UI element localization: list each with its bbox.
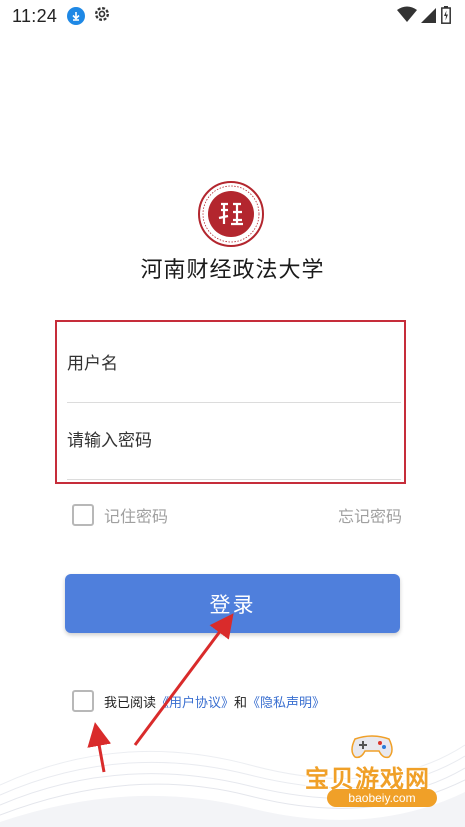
remember-password-label: 记住密码 (104, 507, 169, 526)
status-bar: 11:24 (0, 0, 465, 32)
user-agreement-link[interactable]: 《用户协议》 (156, 696, 234, 711)
university-seal-icon (198, 181, 264, 247)
download-icon (67, 7, 86, 25)
username-field-row (67, 325, 401, 403)
login-options-row: 记住密码 忘记密码 (72, 502, 402, 528)
status-time: 11:24 (12, 5, 58, 26)
agreement-text: 我已阅读《用户协议》和《隐私声明》 (104, 692, 325, 711)
password-input[interactable] (67, 430, 401, 451)
forgot-password-link[interactable]: 忘记密码 (338, 503, 402, 527)
watermark: 宝贝游戏网 baobeiy.com (301, 729, 451, 811)
agreement-checkbox[interactable] (72, 690, 94, 712)
password-field-row (67, 402, 401, 480)
wifi-icon (397, 6, 417, 29)
username-input[interactable] (67, 353, 401, 374)
watermark-url: baobeiy.com (327, 789, 437, 807)
gamepad-icon (351, 735, 393, 759)
university-logo (197, 180, 265, 248)
privacy-statement-link[interactable]: 《隐私声明》 (247, 696, 325, 711)
agreement-row: 我已阅读《用户协议》和《隐私声明》 (72, 690, 325, 712)
signal-icon (421, 6, 437, 29)
login-button[interactable]: 登录 (65, 574, 400, 633)
login-form-highlight (55, 320, 406, 484)
remember-password[interactable]: 记住密码 (72, 503, 168, 527)
remember-password-checkbox[interactable] (72, 504, 94, 526)
agreement-and: 和 (234, 695, 248, 711)
settings-icon (93, 5, 111, 28)
university-name: 河南财经政法大学 (140, 258, 325, 283)
battery-charging-icon (441, 6, 451, 29)
agreement-prefix: 我已阅读 (104, 695, 157, 711)
